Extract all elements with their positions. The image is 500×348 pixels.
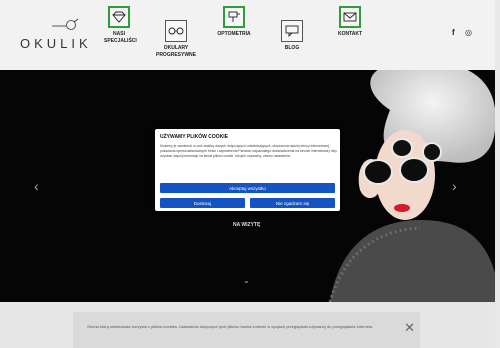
- close-icon[interactable]: ✕: [404, 320, 415, 336]
- nav-item-optometry[interactable]: OPTOMETRIA: [214, 6, 254, 38]
- cookie-notice-text: Strona którą odwiedzasz korzysta z plikó…: [87, 324, 374, 329]
- nav-label: KONTAKT: [337, 31, 363, 37]
- envelope-icon: [339, 6, 361, 28]
- facebook-icon[interactable]: f: [452, 28, 455, 37]
- nav-item-contact[interactable]: KONTAKT: [334, 6, 366, 38]
- instagram-icon[interactable]: ◎: [465, 28, 472, 37]
- site-header: OKULIK NASI SPECJALIŚCI OKULARY PROGRESY…: [0, 0, 500, 70]
- slider-next-arrow[interactable]: ›: [452, 178, 457, 194]
- nav-label: OPTOMETRIA: [217, 31, 251, 37]
- logo[interactable]: OKULIK: [20, 14, 100, 54]
- scroll-down-icon[interactable]: ⌄: [243, 276, 250, 285]
- eye-chart-icon: [223, 6, 245, 28]
- accept-all-button[interactable]: Akceptuj wszystko: [160, 183, 335, 193]
- page-scrollbar[interactable]: [495, 0, 500, 348]
- glasses-icon: [165, 20, 187, 42]
- nav-item-progressive-glasses[interactable]: OKULARY PROGRESYWNE: [154, 20, 198, 59]
- speech-bubble-icon: [281, 20, 303, 42]
- customize-button[interactable]: Dostosuj: [160, 198, 245, 208]
- nav-item-blog[interactable]: BLOG: [278, 20, 306, 52]
- modal-description: Możemy je zamieścić w celu analizy danyc…: [160, 144, 337, 158]
- modal-title: UŻYWAMY PLIKÓW COOKIE: [160, 134, 228, 140]
- logo-mark-icon: [52, 18, 79, 30]
- nav-label: OKULARY PROGRESYWNE: [155, 45, 196, 58]
- nav-label: BLOG: [284, 45, 300, 51]
- hero-cta-link[interactable]: NA WIZYTĘ: [233, 222, 260, 228]
- nav-label: NASI SPECJALIŚCI: [104, 31, 137, 44]
- reject-button[interactable]: Nie zgadzam się: [250, 198, 335, 208]
- diamond-icon: [108, 6, 130, 28]
- cookie-notice-bar: Strona którą odwiedzasz korzysta z plikó…: [73, 312, 420, 348]
- cookie-consent-modal: UŻYWAMY PLIKÓW COOKIE Możemy je zamieści…: [155, 129, 340, 211]
- slider-prev-arrow[interactable]: ‹: [34, 178, 39, 194]
- nav-item-specialists[interactable]: NASI SPECJALIŚCI: [104, 6, 137, 45]
- logo-text: OKULIK: [20, 36, 92, 51]
